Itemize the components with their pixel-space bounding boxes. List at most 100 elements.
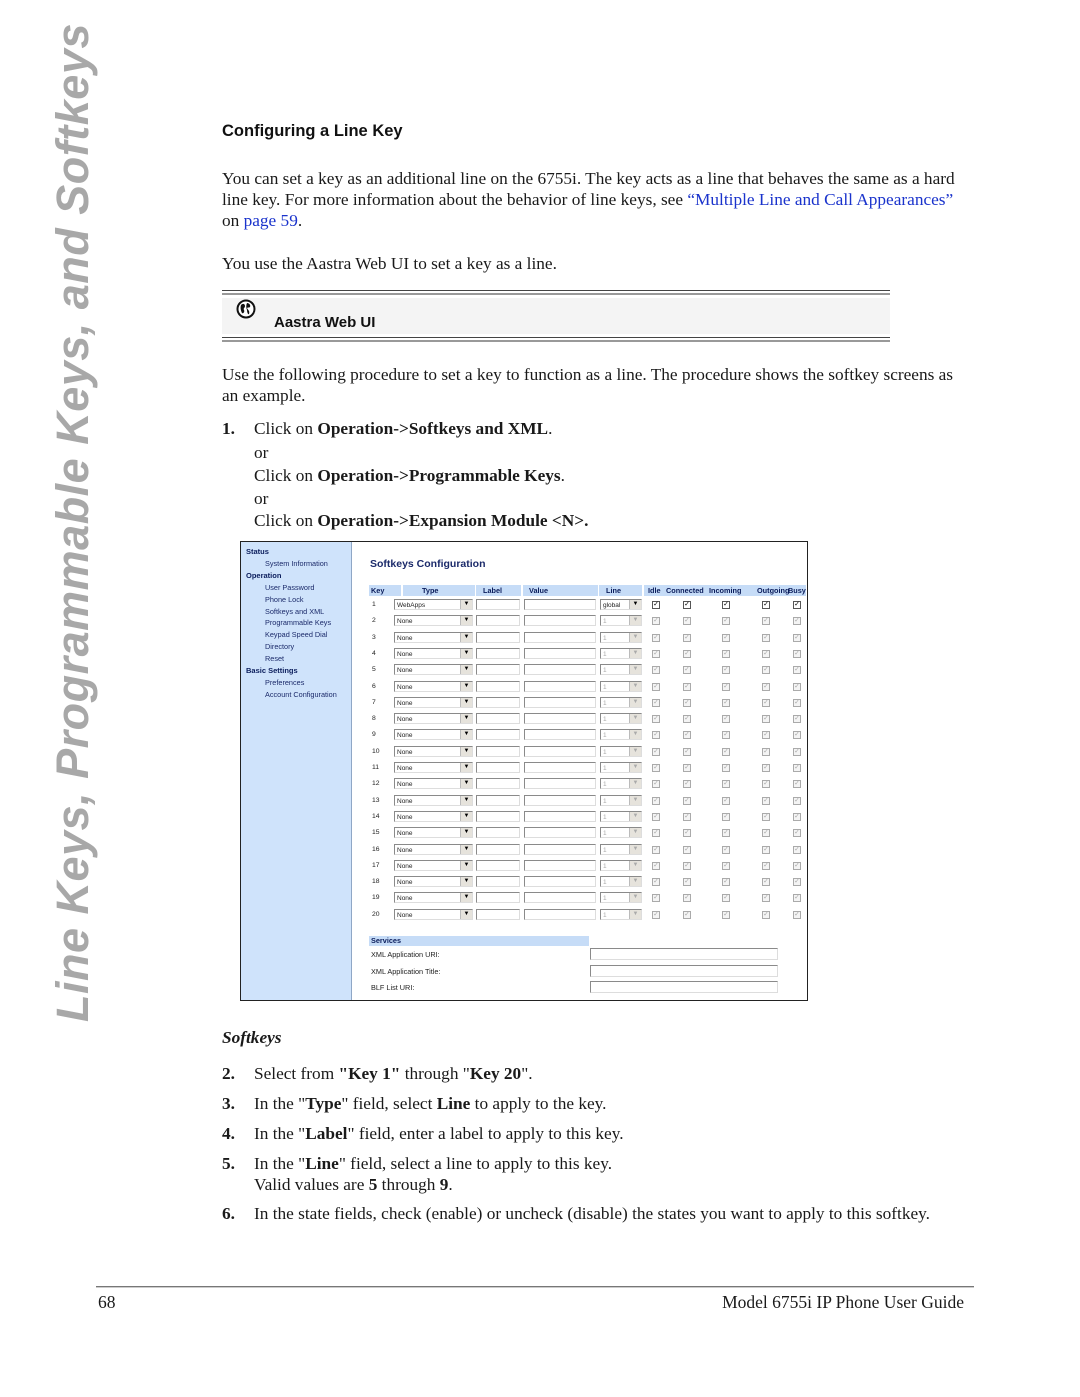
connected-checkbox[interactable]: ✓ (683, 601, 691, 609)
type-select[interactable]: None ▼ (394, 615, 473, 627)
label-input[interactable] (476, 713, 520, 725)
value-input[interactable] (524, 713, 596, 725)
busy-checkbox[interactable]: ✓ (793, 601, 801, 609)
value-input[interactable] (524, 745, 596, 757)
type-select[interactable]: None ▼ (394, 908, 473, 920)
nav-item-keypad-speed-dial[interactable]: Keypad Speed Dial (265, 630, 327, 639)
type-select[interactable]: None ▼ (394, 745, 473, 757)
type-select[interactable]: None ▼ (394, 664, 473, 676)
label-input[interactable] (476, 729, 520, 741)
chevron-down-icon[interactable]: ▼ (460, 730, 472, 740)
label-input[interactable] (476, 680, 520, 692)
line-select[interactable]: global ▼ (600, 599, 642, 610)
value-input[interactable] (524, 762, 596, 773)
label-input[interactable] (476, 664, 520, 676)
value-input[interactable] (524, 696, 596, 708)
value-input[interactable] (524, 859, 596, 871)
value-input[interactable] (524, 794, 596, 806)
label-input[interactable] (476, 778, 520, 790)
label-input[interactable] (476, 810, 520, 822)
type-select[interactable]: None ▼ (394, 762, 473, 773)
page-59-link[interactable]: page 59 (244, 211, 298, 230)
incoming-checkbox[interactable]: ✓ (722, 601, 730, 609)
value-input[interactable] (524, 647, 596, 659)
value-input[interactable] (524, 876, 596, 888)
label-input[interactable] (476, 696, 520, 708)
nav-item-reset[interactable]: Reset (265, 654, 284, 663)
type-select[interactable]: None ▼ (394, 713, 473, 725)
type-select[interactable]: None ▼ (394, 794, 473, 806)
label-input[interactable] (476, 908, 520, 920)
chevron-down-icon[interactable]: ▼ (460, 681, 472, 691)
value-input[interactable] (524, 599, 596, 610)
type-select[interactable]: None ▼ (394, 892, 473, 904)
type-select[interactable]: None ▼ (394, 729, 473, 741)
label-input[interactable] (476, 647, 520, 659)
label-input[interactable] (476, 762, 520, 773)
service-field-input[interactable] (590, 981, 778, 993)
type-select[interactable]: None ▼ (394, 859, 473, 871)
chevron-down-icon[interactable]: ▼ (460, 763, 472, 772)
nav-item-preferences[interactable]: Preferences (265, 678, 304, 687)
value-input[interactable] (524, 778, 596, 790)
type-select[interactable]: None ▼ (394, 810, 473, 822)
chevron-down-icon[interactable]: ▼ (460, 648, 472, 658)
nav-item-programmable-keys[interactable]: Programmable Keys (265, 618, 331, 627)
idle-checkbox[interactable]: ✓ (652, 601, 660, 609)
value-input[interactable] (524, 631, 596, 643)
chevron-down-icon[interactable]: ▼ (629, 600, 641, 609)
type-select[interactable]: WebApps ▼ (394, 599, 473, 610)
service-field-input[interactable] (590, 964, 778, 977)
type-select[interactable]: None ▼ (394, 631, 473, 643)
nav-item-system-information[interactable]: System Information (265, 559, 328, 568)
label-input[interactable] (476, 843, 520, 855)
chevron-down-icon[interactable]: ▼ (460, 600, 472, 609)
type-select[interactable]: None ▼ (394, 647, 473, 659)
type-select[interactable]: None ▼ (394, 843, 473, 855)
type-select[interactable]: None ▼ (394, 827, 473, 839)
value-input[interactable] (524, 827, 596, 839)
label-input[interactable] (476, 745, 520, 757)
value-input[interactable] (524, 729, 596, 741)
label-input[interactable] (476, 631, 520, 643)
label-input[interactable] (476, 859, 520, 871)
nav-item-account-configuration[interactable]: Account Configuration (265, 690, 337, 699)
chevron-down-icon[interactable]: ▼ (460, 909, 472, 919)
label-input[interactable] (476, 876, 520, 888)
value-input[interactable] (524, 680, 596, 692)
chevron-down-icon[interactable]: ▼ (460, 860, 472, 870)
service-field-input[interactable] (590, 948, 778, 960)
nav-item-phone-lock[interactable]: Phone Lock (265, 595, 304, 604)
chevron-down-icon[interactable]: ▼ (460, 811, 472, 821)
label-input[interactable] (476, 827, 520, 839)
label-input[interactable] (476, 794, 520, 806)
type-select[interactable]: None ▼ (394, 680, 473, 692)
label-input[interactable] (476, 615, 520, 627)
type-select[interactable]: None ▼ (394, 778, 473, 790)
type-select[interactable]: None ▼ (394, 696, 473, 708)
label-input[interactable] (476, 892, 520, 904)
value-input[interactable] (524, 892, 596, 904)
chevron-down-icon[interactable]: ▼ (460, 893, 472, 903)
nav-item-user-password[interactable]: User Password (265, 583, 314, 592)
type-select[interactable]: None ▼ (394, 876, 473, 888)
value-input[interactable] (524, 615, 596, 627)
multiple-line-link[interactable]: “Multiple Line and Call Appearances” (687, 190, 953, 209)
chevron-down-icon[interactable]: ▼ (460, 828, 472, 838)
chevron-down-icon[interactable]: ▼ (460, 795, 472, 805)
chevron-down-icon[interactable]: ▼ (460, 779, 472, 789)
chevron-down-icon[interactable]: ▼ (460, 665, 472, 675)
value-input[interactable] (524, 843, 596, 855)
chevron-down-icon[interactable]: ▼ (460, 746, 472, 756)
label-input[interactable] (476, 599, 520, 610)
value-input[interactable] (524, 810, 596, 822)
value-input[interactable] (524, 664, 596, 676)
chevron-down-icon[interactable]: ▼ (460, 616, 472, 626)
nav-item-softkeys-and-xml[interactable]: Softkeys and XML (265, 607, 324, 616)
nav-item-directory[interactable]: Directory (265, 642, 294, 651)
outgoing-checkbox[interactable]: ✓ (762, 601, 770, 609)
chevron-down-icon[interactable]: ▼ (460, 632, 472, 642)
chevron-down-icon[interactable]: ▼ (460, 697, 472, 707)
chevron-down-icon[interactable]: ▼ (460, 877, 472, 887)
chevron-down-icon[interactable]: ▼ (460, 714, 472, 724)
